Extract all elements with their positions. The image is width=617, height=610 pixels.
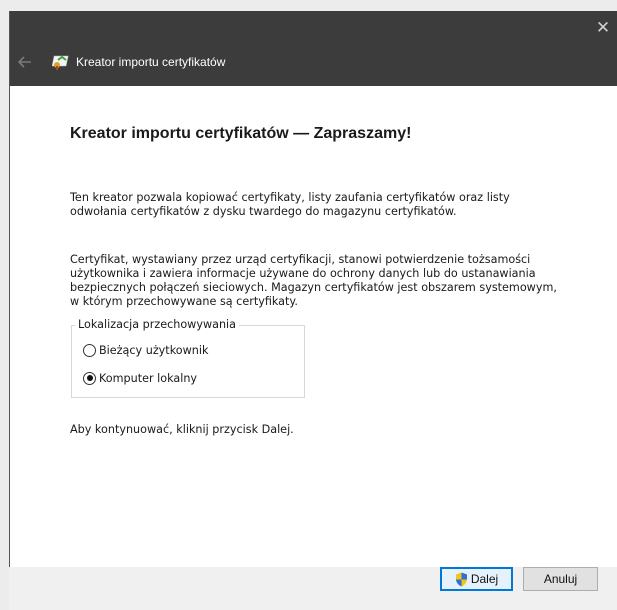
back-arrow-icon[interactable] — [16, 53, 34, 71]
store-location-group — [71, 325, 305, 398]
title-bar: ✕ Kreator importu certyfikatów — [10, 11, 617, 86]
close-button[interactable]: ✕ — [588, 11, 617, 45]
intro-line: Ten kreator pozwala kopiować certyfikaty… — [70, 191, 510, 204]
description-line: w którym przechowywane są certyfikaty. — [70, 295, 298, 308]
next-button[interactable]: Dalej — [440, 567, 513, 591]
uac-shield-icon — [455, 572, 467, 586]
store-location-legend: Lokalizacja przechowywania — [75, 318, 240, 331]
description-line: bezpiecznych połączeń sieciowych. Magazy… — [70, 281, 557, 294]
radio-current-user[interactable]: Bieżący użytkownik — [83, 342, 208, 358]
description-paragraph: Certyfikat, wystawiany przez urząd certy… — [70, 253, 557, 309]
continue-instruction: Aby kontynuować, kliknij przycisk Dalej. — [70, 423, 294, 436]
radio-button-checked-icon[interactable] — [83, 371, 96, 385]
description-line: użytkownika i zawiera informacje używane… — [70, 267, 536, 280]
close-icon: ✕ — [595, 18, 611, 38]
cancel-button-label: Anuluj — [543, 572, 578, 586]
page-heading: Kreator importu certyfikatów — Zapraszam… — [70, 125, 412, 142]
intro-paragraph: Ten kreator pozwala kopiować certyfikaty… — [70, 191, 510, 219]
radio-label: Bieżący użytkownik — [99, 343, 209, 357]
radio-local-machine[interactable]: Komputer lokalny — [83, 370, 197, 386]
description-line: Certyfikat, wystawiany przez urząd certy… — [70, 253, 531, 266]
radio-label: Komputer lokalny — [99, 371, 198, 385]
intro-line: odwołania certyfikatów z dysku twardego … — [70, 205, 457, 218]
radio-button-icon[interactable] — [83, 343, 96, 357]
window-title: Kreator importu certyfikatów — [76, 55, 226, 69]
wizard-window: ✕ Kreator importu certyfikatów — [9, 11, 617, 610]
certificate-icon — [52, 55, 69, 70]
next-button-label: Dalej — [470, 572, 499, 586]
cancel-button[interactable]: Anuluj — [523, 567, 598, 591]
